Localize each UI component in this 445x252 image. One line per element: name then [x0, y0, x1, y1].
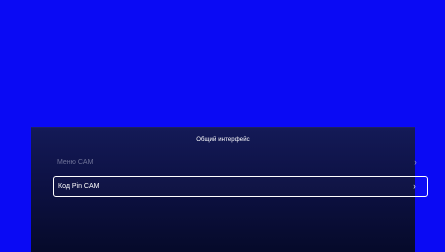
- menu-item-label: Меню CAM: [57, 159, 94, 166]
- common-interface-dialog: Общий интерфейс Меню CAM › Код Pin CAM ›: [31, 127, 428, 252]
- menu-item-label: Код Pin CAM: [58, 183, 100, 190]
- tv-screen: Общий интерфейс Меню CAM › Код Pin CAM ›: [0, 0, 445, 252]
- chevron-right-icon: ›: [414, 157, 417, 167]
- menu-item-cam-pin-code[interactable]: Код Pin CAM ›: [53, 176, 428, 197]
- dialog-title: Общий интерфейс: [196, 137, 250, 143]
- menu-item-cam-menu: Меню CAM ›: [53, 152, 428, 173]
- chevron-right-icon: ›: [413, 181, 416, 191]
